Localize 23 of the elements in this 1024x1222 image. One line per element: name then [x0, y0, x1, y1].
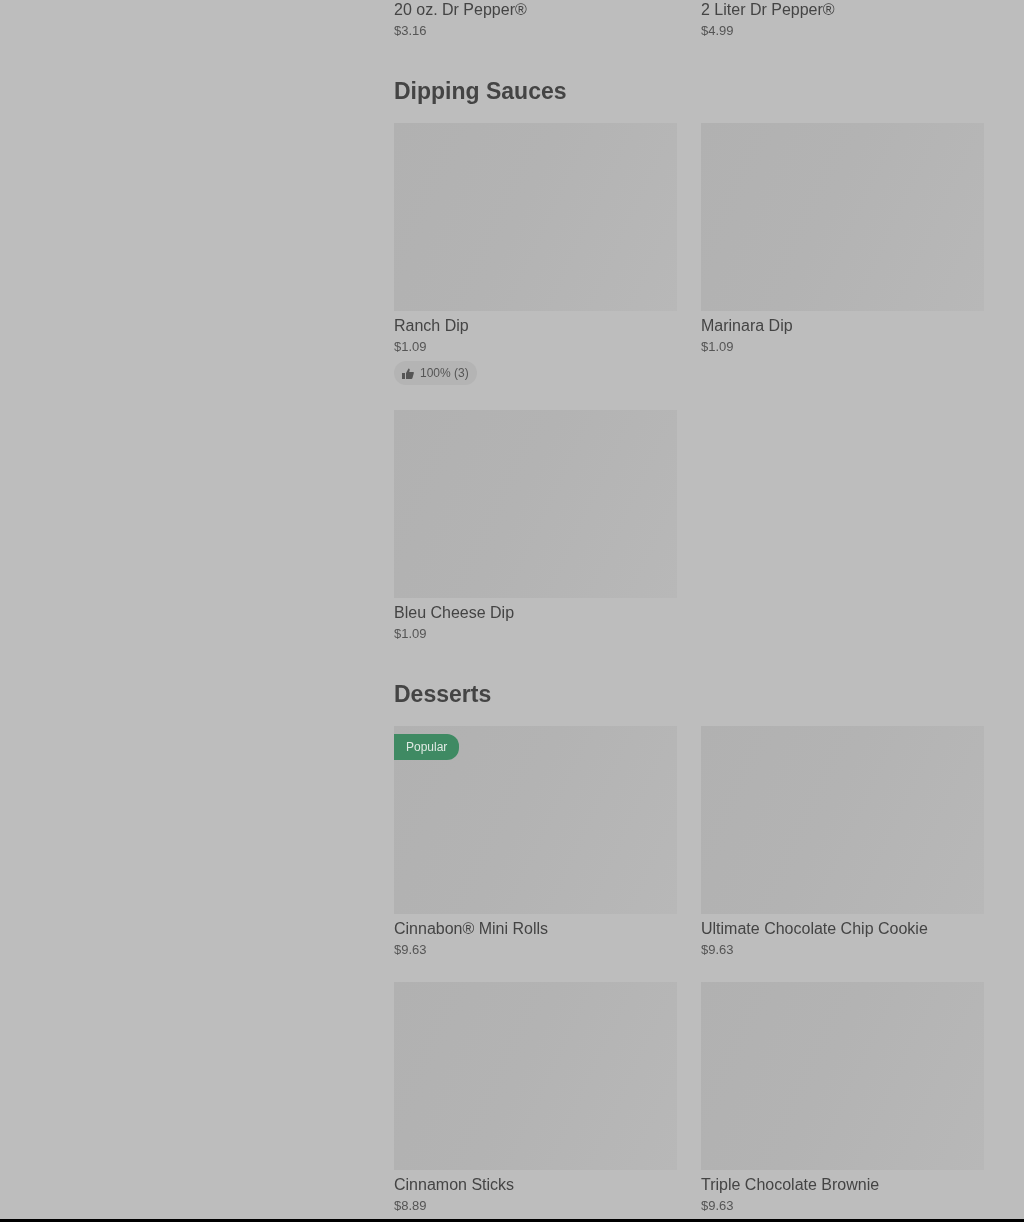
item-name: Bleu Cheese Dip [394, 602, 516, 622]
section-heading: Dipping Sauces [394, 77, 568, 105]
section-heading: Desserts [394, 679, 493, 708]
item-name: Triple Chocolate Brownie [701, 1174, 881, 1194]
item-name: Ultimate Chocolate Chip Cookie [701, 918, 929, 938]
item-price: $8.89 [394, 1197, 428, 1214]
item-name: 20 oz. Dr Pepper® [394, 0, 528, 19]
thumbs-up-icon [402, 367, 414, 379]
item-price: $3.16 [394, 23, 428, 39]
item-name: Cinnabon® Mini Rolls [394, 918, 550, 938]
item-name: Ranch Dip [394, 316, 470, 335]
popular-badge: Popular [394, 733, 460, 760]
rating-badge: 100% (3) [394, 361, 477, 385]
item-price: $1.09 [701, 339, 735, 355]
item-price: $1.09 [394, 625, 428, 642]
item-price: $9.63 [701, 941, 735, 958]
item-price: $4.99 [701, 23, 735, 39]
item-price: $9.63 [701, 1197, 735, 1214]
item-price: $1.09 [394, 339, 428, 355]
item-price: $9.63 [394, 941, 428, 958]
item-name: 2 Liter Dr Pepper® [701, 0, 836, 19]
item-name: Marinara Dip [701, 316, 794, 335]
item-name: Cinnamon Sticks [394, 1174, 516, 1194]
